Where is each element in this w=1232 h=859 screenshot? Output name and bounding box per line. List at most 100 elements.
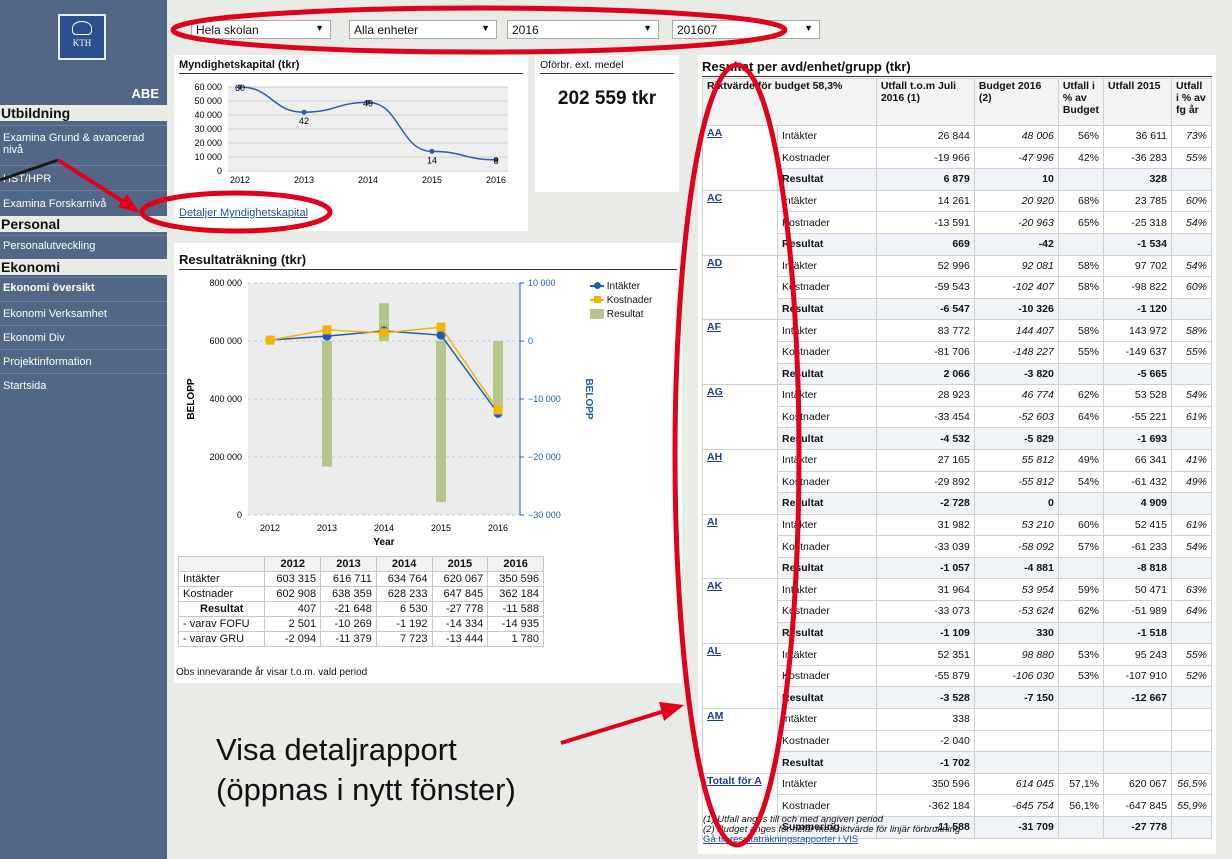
kostnader-point[interactable] bbox=[436, 322, 446, 332]
myndighet-point[interactable] bbox=[429, 148, 435, 154]
unit-row: AA Intäkter 26 844 48 006 56% 36 611 73% bbox=[702, 125, 1212, 191]
row-value: -33 039 bbox=[875, 535, 975, 558]
myndighet-details-link[interactable]: Detaljer Myndighetskapital bbox=[179, 207, 308, 219]
year-table-cell: - varav GRU bbox=[177, 631, 266, 647]
row-value: 53% bbox=[1057, 664, 1105, 688]
row-value bbox=[1057, 232, 1105, 256]
row-value bbox=[1057, 427, 1105, 450]
nav-hst-hpr[interactable]: HST/HPR bbox=[0, 165, 167, 190]
row-value: 55% bbox=[1057, 340, 1105, 364]
legend-kostnader[interactable]: Kostnader bbox=[590, 294, 652, 308]
row-value: 58% bbox=[1057, 254, 1105, 278]
unit-link-ad[interactable]: AD bbox=[707, 257, 722, 269]
row-value bbox=[1057, 816, 1105, 839]
row-value bbox=[1057, 168, 1105, 191]
row-value bbox=[1171, 708, 1212, 731]
row-label: Intäkter bbox=[777, 384, 877, 407]
row-value: -58 092 bbox=[973, 535, 1059, 558]
row-value bbox=[1103, 729, 1172, 753]
row-value: 54% bbox=[1057, 470, 1105, 494]
resultat-bar[interactable] bbox=[493, 341, 503, 409]
kostnader-point[interactable] bbox=[322, 325, 332, 335]
unit-row: AH Intäkter 27 165 55 812 49% 66 341 41% bbox=[702, 448, 1212, 515]
legend-intakter[interactable]: Intäkter bbox=[590, 280, 652, 294]
row-value: 2 066 bbox=[875, 362, 975, 386]
row-value: 350 596 bbox=[875, 772, 975, 796]
row-value bbox=[973, 729, 1059, 753]
x-tick-label: 2016 bbox=[488, 523, 508, 533]
year-col-header: 2012 bbox=[264, 556, 322, 572]
row-value: 48 006 bbox=[973, 125, 1059, 148]
unit-link-totalt-för-a[interactable]: Totalt för A bbox=[707, 775, 762, 787]
filter-unit-select[interactable]: Alla enheter ▼ bbox=[349, 20, 497, 39]
vis-reports-link[interactable]: Gå till resultaträkningsrapporter i VIS bbox=[703, 835, 960, 845]
row-value: -31 709 bbox=[973, 816, 1059, 839]
unit-link-am[interactable]: AM bbox=[707, 710, 723, 722]
row-value: 49% bbox=[1057, 448, 1105, 472]
row-value bbox=[1171, 556, 1212, 580]
unit-row: Totalt för A Intäkter 350 596 614 045 57,1% 6… bbox=[702, 772, 1212, 839]
row-value bbox=[1057, 362, 1105, 386]
kostnader-point[interactable] bbox=[265, 335, 275, 345]
chevron-down-icon: ▼ bbox=[643, 23, 652, 33]
row-value: -51 989 bbox=[1103, 600, 1172, 623]
unit-link-ai[interactable]: AI bbox=[707, 516, 718, 528]
avd-panel: Resultat per avd/enhet/grupp (tkr) Riktv… bbox=[698, 55, 1216, 854]
year-table-row: Intäkter 603 315 616 711 634 764 620 067 350 … bbox=[177, 571, 544, 587]
unit-link-ac[interactable]: AC bbox=[707, 192, 722, 204]
row-value: 620 067 bbox=[1103, 772, 1172, 796]
row-value bbox=[1057, 621, 1105, 645]
unit-row: Resultat -6 547 -10 326 -1 120 bbox=[703, 297, 1212, 321]
annotation-line-2: (öppnas i nytt fönster) bbox=[216, 772, 516, 807]
row-label: Intäkter bbox=[777, 578, 877, 602]
year-table-cell: -13 444 bbox=[431, 631, 489, 647]
filter-period-select[interactable]: 201607 ▼ bbox=[672, 20, 820, 39]
nav-ekonomi-oversikt[interactable]: Ekonomi översikt bbox=[0, 277, 167, 301]
row-value bbox=[1103, 751, 1172, 774]
nav-examina-grund[interactable]: Examina Grund & avancerad nivå bbox=[0, 125, 167, 165]
row-value: 64% bbox=[1057, 405, 1105, 429]
row-label: Resultat bbox=[777, 168, 877, 191]
nav-personalutveckling[interactable]: Personalutveckling bbox=[0, 235, 167, 259]
row-value: 27 165 bbox=[875, 448, 975, 472]
nav-startsida[interactable]: Startsida bbox=[0, 373, 167, 397]
kth-logo[interactable]: KTH bbox=[58, 14, 106, 60]
nav-ekonomi-div[interactable]: Ekonomi Div bbox=[0, 325, 167, 349]
row-label: Resultat bbox=[777, 621, 877, 645]
row-label: Intäkter bbox=[777, 254, 877, 278]
col-utfall: Utfall t.o.m Juli 2016 (1) bbox=[875, 78, 975, 126]
row-value: -47 996 bbox=[973, 146, 1059, 170]
filter-year-select[interactable]: 2016 ▼ bbox=[507, 20, 659, 39]
nav-examina-forskar[interactable]: Examina Forskarnivå bbox=[0, 190, 167, 216]
unit-row: AC Intäkter 14 261 20 920 68% 23 785 60% bbox=[702, 189, 1212, 256]
unit-link-aa[interactable]: AA bbox=[707, 127, 722, 139]
filter-school-select[interactable]: Hela skolan ▼ bbox=[191, 20, 331, 39]
row-value bbox=[1171, 621, 1212, 645]
kostnader-point[interactable] bbox=[493, 405, 503, 415]
row-value: 61% bbox=[1171, 405, 1212, 429]
kostnader-point[interactable] bbox=[379, 328, 389, 338]
nav-projektinformation[interactable]: Projektinformation bbox=[0, 349, 167, 373]
year-table-row: - varav FOFU 2 501 -10 269 -1 192 -14 334 -14… bbox=[177, 616, 544, 632]
year-table-cell: 616 711 bbox=[320, 571, 377, 587]
filter-year-value: 2016 bbox=[512, 23, 539, 37]
y-tick-label: 40 000 bbox=[194, 110, 222, 120]
unit-link-af[interactable]: AF bbox=[707, 321, 721, 333]
year-table-row: Kostnader 602 908 638 359 628 233 647 845 362… bbox=[177, 586, 544, 602]
row-value: -647 845 bbox=[1103, 794, 1172, 817]
nav-ekonomi-verksamhet[interactable]: Ekonomi Verksamhet bbox=[0, 301, 167, 325]
section-personal: Personal bbox=[0, 216, 167, 232]
row-label: Kostnader bbox=[777, 535, 877, 558]
unit-link-ak[interactable]: AK bbox=[707, 580, 722, 592]
row-label: Kostnader bbox=[777, 211, 877, 234]
unit-row: Kostnader -81 706 -148 227 55% -149 637 55% bbox=[703, 340, 1212, 364]
unit-link-ag[interactable]: AG bbox=[707, 386, 723, 398]
unit-row: Resultat -1 057 -4 881 -8 818 bbox=[703, 556, 1212, 580]
row-value bbox=[1057, 686, 1105, 710]
myndighet-point[interactable] bbox=[301, 109, 307, 115]
resultat-bar[interactable] bbox=[322, 341, 332, 467]
legend-resultat[interactable]: Resultat bbox=[590, 308, 652, 322]
resultat-bar[interactable] bbox=[436, 341, 446, 503]
unit-link-al[interactable]: AL bbox=[707, 645, 721, 657]
unit-link-ah[interactable]: AH bbox=[707, 451, 722, 463]
